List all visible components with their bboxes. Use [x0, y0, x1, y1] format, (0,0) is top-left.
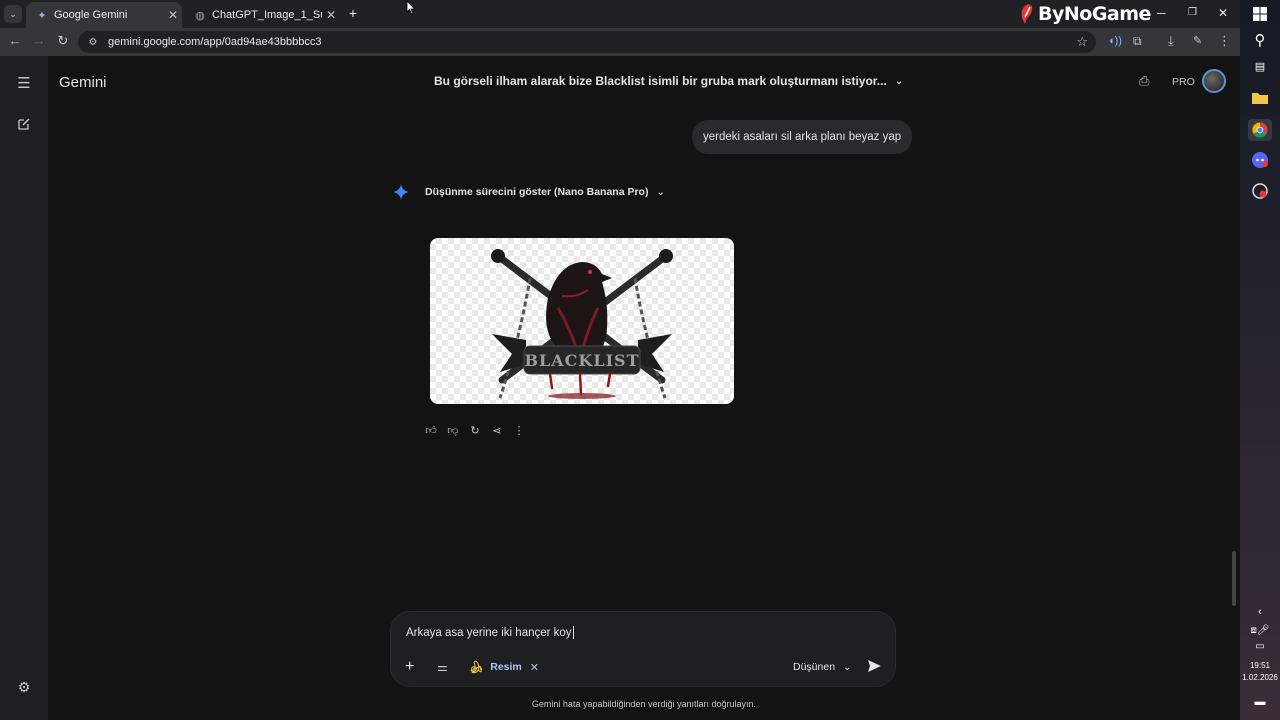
close-window-icon[interactable]: ✕ [1218, 6, 1228, 20]
image-tool-label: Resim [490, 661, 522, 673]
image-tool-chip[interactable]: 🍌︎ Resim ✕ [469, 660, 539, 674]
task-view-icon[interactable]: ▤ [1250, 56, 1270, 76]
more-options-icon[interactable]: ⋮ [512, 424, 526, 437]
download-icon[interactable]: ⤓ [1168, 33, 1174, 49]
chevron-down-icon: ⌄ [656, 186, 665, 198]
remove-chip-icon[interactable]: ✕ [530, 661, 539, 674]
clock-time[interactable]: 19:51 [1240, 661, 1280, 670]
extensions-puzzle-icon[interactable]: ⧉ [1133, 34, 1142, 49]
account-avatar[interactable] [1202, 69, 1226, 93]
bookmark-star-icon[interactable]: ☆ [1076, 34, 1088, 50]
settings-gear-icon[interactable]: ⚙ [15, 678, 33, 696]
app-title: Gemini [59, 74, 107, 91]
thumbs-down-icon[interactable]: 👎︎ [446, 424, 460, 437]
notifications-icon[interactable]: ▬ [1250, 692, 1270, 712]
bynogame-watermark: ByNoGame [1018, 1, 1151, 27]
clock-date[interactable]: 1.02.2026 [1240, 673, 1280, 682]
chat-title: Bu görseli ilham alarak bize Blacklist i… [434, 74, 887, 88]
close-tab-icon[interactable]: ✕ [164, 8, 182, 22]
menu-hamburger-icon[interactable]: ☰ [15, 74, 33, 92]
back-arrow-icon[interactable]: ← [6, 33, 24, 48]
reload-icon[interactable]: ↻ [54, 33, 72, 49]
forward-arrow-icon[interactable]: → [30, 33, 48, 48]
more-vert-icon[interactable]: ⋮ [1218, 33, 1231, 49]
windows-start-icon[interactable] [1250, 4, 1270, 24]
gemini-favicon-icon: ✦ [37, 9, 47, 22]
tab-title: ChatGPT_Image_1_Sub_2026_1( [212, 9, 322, 21]
globe-icon: ◍ [195, 9, 205, 22]
tab-chatgpt-image[interactable]: ◍ ChatGPT_Image_1_Sub_2026_1( ✕ [184, 2, 340, 28]
user-message-text: yerdeki asaları sil arka planı beyaz yap [703, 131, 902, 143]
tab-google-gemini[interactable]: ✦ Google Gemini ✕ [26, 2, 182, 28]
app-recording-icon[interactable] [1250, 181, 1270, 201]
thinking-toggle-button[interactable]: Düşünme sürecini göster (Nano Banana Pro… [425, 186, 665, 198]
tools-sliders-icon[interactable]: ⚌ [437, 660, 448, 674]
tab-title: Google Gemini [54, 9, 128, 21]
url-text: gemini.google.com/app/0ad94ae43bbbbcc3 [108, 36, 322, 48]
model-selector[interactable]: Düşünen ⌄ [793, 661, 851, 673]
chat-title-dropdown[interactable]: Bu görseli ilham alarak bize Blacklist i… [434, 74, 903, 88]
show-hidden-icons-chevron-icon[interactable]: ‹ [1250, 602, 1270, 622]
close-tab-icon[interactable]: ✕ [322, 8, 340, 22]
network-monitor-icon[interactable]: ▭ [1250, 636, 1270, 656]
pro-badge: PRO [1172, 76, 1195, 88]
send-icon[interactable] [867, 659, 882, 673]
prompt-composer: Arkaya asa yerine iki hançer koy + ⚌ 🍌︎ … [390, 611, 896, 687]
add-plus-icon[interactable]: + [405, 658, 414, 676]
discord-icon[interactable] [1250, 150, 1270, 170]
watermark-text: ByNoGame [1038, 3, 1151, 25]
gemini-app: ☰ ⚙ Gemini Bu görseli ilham alarak bize … [0, 56, 1240, 720]
new-chat-icon[interactable] [15, 115, 33, 133]
thinking-toggle-label: Düşünme sürecini göster (Nano Banana Pro… [425, 186, 649, 198]
response-actions: 👍︎ 👎︎ ↻ ⋖ ⋮ [424, 424, 526, 437]
chat-scrollbar[interactable] [1232, 551, 1236, 606]
thumbs-up-icon[interactable]: 👍︎ [424, 424, 438, 437]
chat-main: Gemini Bu görseli ilham alarak bize Blac… [48, 56, 1240, 720]
minimize-icon[interactable]: ─ [1157, 6, 1166, 20]
prompt-input-text: Arkaya asa yerine iki hançer koy [406, 626, 572, 639]
side-rail: ☰ ⚙ [0, 56, 48, 720]
disclaimer: Gemini hata yapabildiğinden verdiği yanı… [531, 699, 757, 709]
regenerate-icon[interactable]: ↻ [468, 424, 482, 437]
search-icon[interactable]: ⚲ [1250, 30, 1270, 50]
logo-text: BLACKLIST [524, 351, 639, 370]
bynogame-logo-icon [1021, 4, 1033, 24]
blacklist-raven-logo: BLACKLIST [491, 249, 673, 399]
generated-image[interactable]: BLACKLIST [430, 238, 734, 404]
share-icon[interactable]: ⋖ [490, 424, 504, 437]
tab-search-button[interactable]: ⌄ [4, 5, 22, 23]
chevron-down-icon: ⌄ [843, 661, 852, 673]
profile-extension-icon[interactable]: ✎ [1193, 34, 1202, 47]
share-conversation-icon[interactable]: ⎙ [1139, 73, 1149, 89]
mouse-cursor-icon [406, 0, 416, 15]
chevron-down-icon: ⌄ [894, 75, 904, 87]
browser-toolbar: ← → ↻ ⚙ gemini.google.com/app/0ad94ae43b… [0, 28, 1240, 56]
user-message-bubble: yerdeki asaları sil arka planı beyaz yap [692, 120, 913, 154]
site-info-icon[interactable]: ⚙ [82, 37, 104, 48]
windows-taskbar: ⚲ ▤ ‹ ⧈🎤︎ ▭ 19:51 1.02.2026 ▬ [1240, 0, 1280, 720]
media-audio-icon[interactable]: ◖)) [1108, 35, 1122, 47]
prompt-input[interactable]: Arkaya asa yerine iki hançer koy [406, 626, 574, 639]
gemini-sparkle-icon [393, 184, 409, 200]
file-explorer-icon[interactable] [1250, 87, 1270, 107]
new-tab-button[interactable]: + [345, 5, 361, 21]
chrome-icon[interactable] [1248, 119, 1272, 141]
text-caret [572, 626, 574, 639]
restore-icon[interactable]: ❐ [1188, 7, 1197, 18]
browser-tab-strip: ⌄ ✦ Google Gemini ✕ ◍ ChatGPT_Image_1_Su… [0, 0, 1240, 28]
address-bar[interactable]: ⚙ gemini.google.com/app/0ad94ae43bbbbcc3… [78, 31, 1096, 53]
banana-icon: 🍌︎ [469, 660, 485, 674]
model-selector-label: Düşünen [793, 661, 836, 673]
